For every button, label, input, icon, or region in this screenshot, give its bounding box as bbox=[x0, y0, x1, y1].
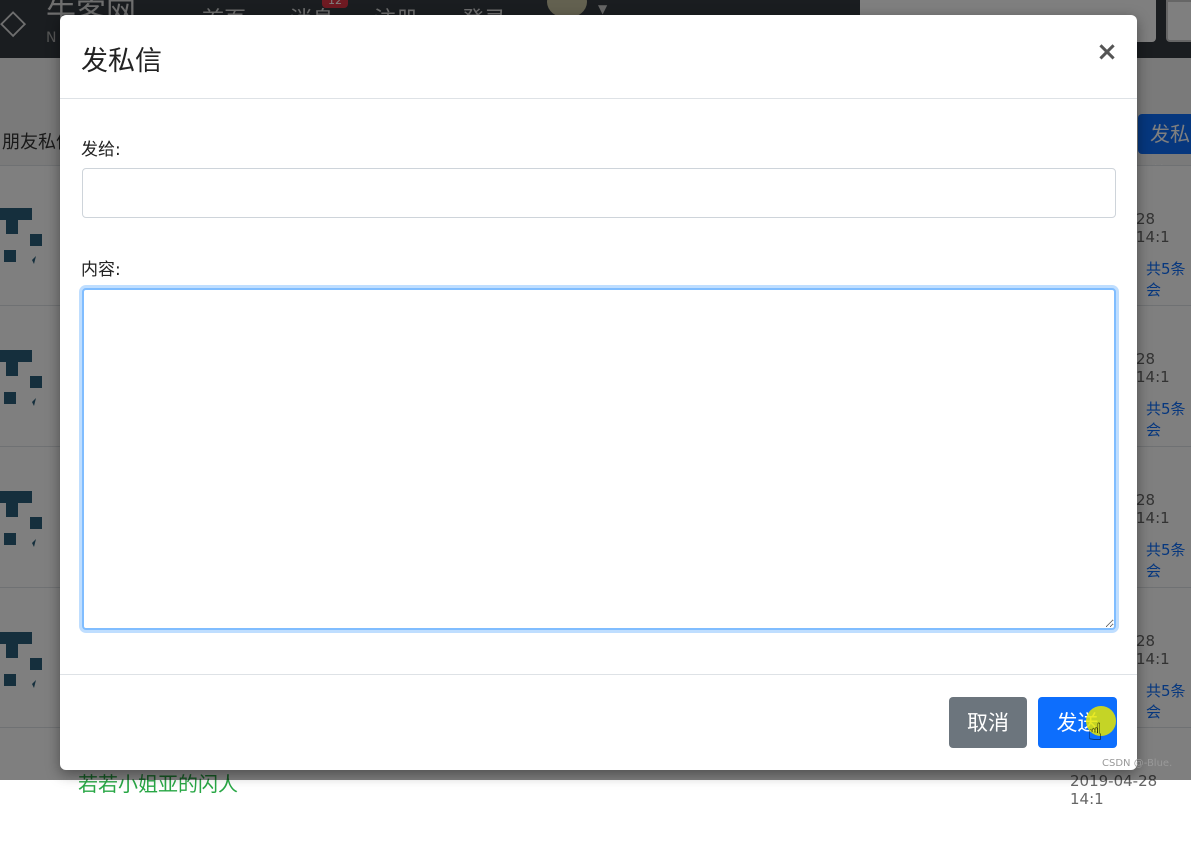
modal-header: 发私信 × bbox=[60, 15, 1137, 99]
send-message-modal: 发私信 × 发给: 内容: 取消 发送 ☝ bbox=[60, 15, 1137, 770]
cancel-button[interactable]: 取消 bbox=[949, 697, 1027, 748]
recipient-label: 发给: bbox=[81, 140, 121, 160]
watermark: CSDN @-Blue. bbox=[1102, 758, 1173, 769]
close-icon[interactable]: × bbox=[1094, 37, 1120, 67]
recipient-input[interactable] bbox=[82, 168, 1116, 218]
content-textarea[interactable] bbox=[82, 288, 1116, 630]
hand-cursor-icon: ☝ bbox=[1088, 718, 1103, 746]
modal-title: 发私信 bbox=[81, 46, 162, 77]
content-label: 内容: bbox=[81, 260, 121, 280]
